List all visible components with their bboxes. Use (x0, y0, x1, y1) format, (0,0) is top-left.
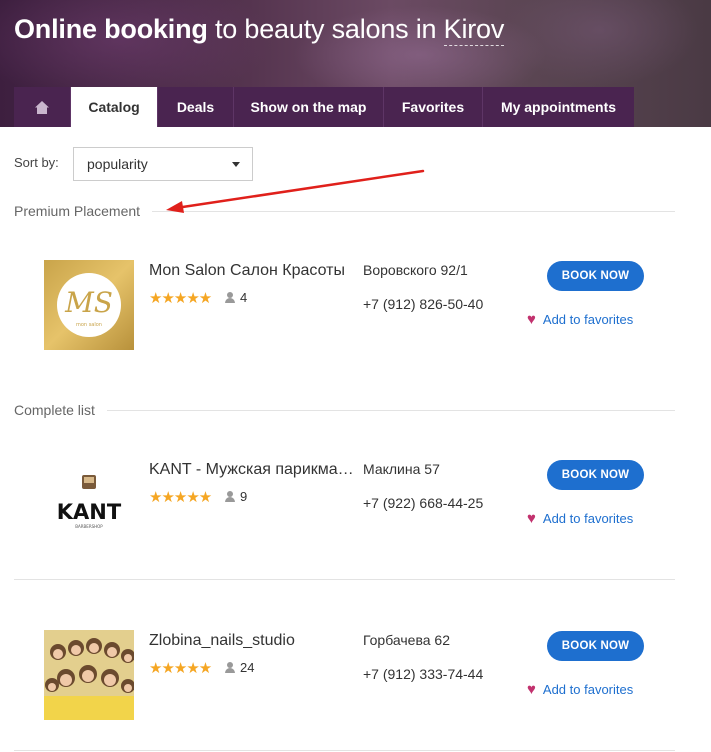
salon-address: Горбачева 62 (363, 632, 451, 648)
tab-show-on-map[interactable]: Show on the map (234, 87, 384, 127)
salon-name[interactable]: Mon Salon Салон Красоты (149, 262, 354, 280)
row-divider (14, 579, 675, 580)
group-photo-image (44, 630, 134, 720)
main-tabs: Catalog Deals Show on the map Favorites … (14, 87, 634, 127)
add-to-favorites-link[interactable]: ♥ Add to favorites (527, 682, 633, 697)
salon-card: KANT BARBERSHOP KANT - Мужская парикмахе… (0, 459, 711, 559)
heart-icon: ♥ (527, 510, 536, 527)
section-complete-heading: Complete list (14, 402, 107, 418)
salon-logo[interactable]: KANT BARBERSHOP (44, 459, 134, 549)
section-premium-heading: Premium Placement (14, 203, 153, 219)
salon-phone[interactable]: +7 (912) 826-50-40 (363, 296, 483, 312)
page-title: Online booking to beauty salons in Kirov (14, 14, 505, 46)
book-now-button[interactable]: BOOK NOW (547, 261, 644, 291)
tab-my-appointments[interactable]: My appointments (483, 87, 634, 127)
salon-phone[interactable]: +7 (922) 668-44-25 (363, 495, 483, 511)
review-count: 4 (225, 290, 247, 305)
city-selector[interactable]: Kirov (443, 14, 504, 46)
add-to-favorites-link[interactable]: ♥ Add to favorites (527, 511, 633, 526)
svg-text:BARBERSHOP: BARBERSHOP (75, 524, 103, 529)
annotation-arrow (166, 169, 425, 213)
svg-text:KANT: KANT (57, 500, 122, 524)
salon-address: Маклина 57 (363, 461, 440, 477)
book-now-button[interactable]: BOOK NOW (547, 631, 644, 661)
section-divider (14, 410, 675, 411)
sort-label: Sort by: (14, 155, 59, 170)
salon-phone[interactable]: +7 (912) 333-74-44 (363, 666, 483, 682)
heart-icon: ♥ (527, 681, 536, 698)
sort-value: popularity (87, 156, 148, 172)
svg-text:mon salon: mon salon (76, 322, 102, 328)
tab-home[interactable] (14, 87, 71, 127)
home-icon (35, 100, 49, 114)
salon-name[interactable]: KANT - Мужская парикмахерская (149, 461, 354, 479)
tab-deals[interactable]: Deals (158, 87, 234, 127)
mon-salon-logo-image: MS mon salon (57, 273, 121, 337)
salon-name[interactable]: Zlobina_nails_studio (149, 632, 354, 650)
tab-favorites[interactable]: Favorites (384, 87, 483, 127)
person-icon (225, 292, 235, 303)
rating-stars: ★★★★★ (149, 489, 212, 506)
book-now-button[interactable]: BOOK NOW (547, 460, 644, 490)
salon-address: Воровского 92/1 (363, 262, 468, 278)
row-divider (14, 750, 675, 751)
rating-stars: ★★★★★ (149, 290, 212, 307)
add-to-favorites-link[interactable]: ♥ Add to favorites (527, 312, 633, 327)
hero-banner: Online booking to beauty salons in Kirov… (0, 0, 711, 127)
review-count: 24 (225, 660, 254, 675)
review-count: 9 (225, 489, 247, 504)
salon-logo[interactable] (44, 630, 134, 720)
salon-logo[interactable]: MS mon salon (44, 260, 134, 350)
salon-card: Zlobina_nails_studio ★★★★★ 24 Горбачева … (0, 630, 711, 730)
person-icon (225, 491, 235, 502)
heart-icon: ♥ (527, 311, 536, 328)
kant-logo-image: KANT BARBERSHOP (57, 475, 122, 529)
person-icon (225, 662, 235, 673)
salon-card: MS mon salon Mon Salon Салон Красоты ★★★… (0, 260, 711, 360)
svg-text:MS: MS (64, 286, 113, 319)
tab-catalog[interactable]: Catalog (71, 87, 158, 127)
rating-stars: ★★★★★ (149, 660, 212, 677)
